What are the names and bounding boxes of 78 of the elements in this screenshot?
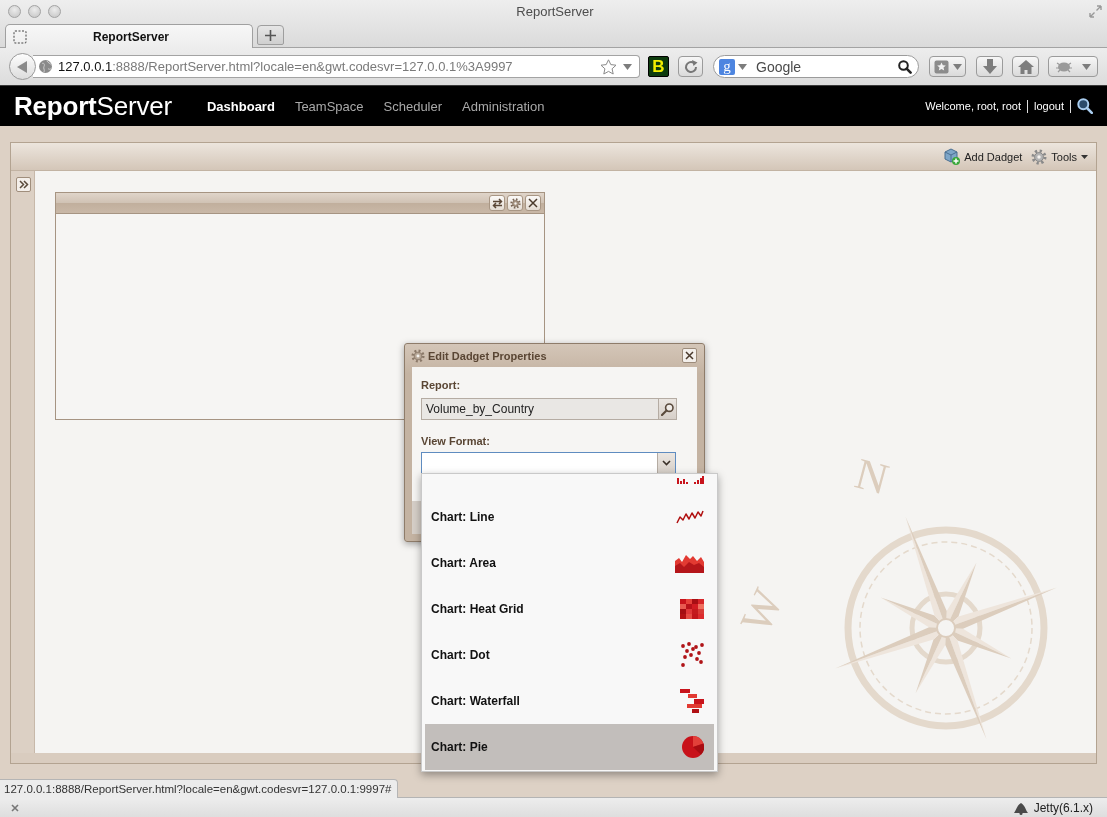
format-option[interactable]: Chart: Area [425,540,714,586]
expand-button[interactable] [16,177,31,193]
window-title: ReportServer [516,3,594,19]
welcome-text: Welcome, root, root [925,100,1021,112]
nav-tab[interactable]: Administration [462,98,545,114]
globe-icon [39,60,52,73]
reload-button[interactable] [678,56,703,77]
format-option[interactable]: Chart: Heat Grid [425,586,714,632]
down-arrow-icon [982,59,997,74]
format-option[interactable]: Chart: Line [425,494,714,540]
bug-icon [1055,60,1073,73]
dialog-title: Edit Dadget Properties [428,349,547,362]
home-button[interactable] [1012,56,1039,77]
format-option[interactable]: Chart: Dot [425,632,714,678]
search-button[interactable] [658,399,676,419]
search-icon[interactable] [1077,98,1093,114]
refresh-button[interactable] [489,195,505,212]
close-icon[interactable] [11,803,19,812]
close-button[interactable] [682,348,697,363]
search-field[interactable]: g Google [713,55,919,78]
home-icon [1017,59,1034,74]
back-arrow-icon [16,60,27,73]
settings-button[interactable] [507,195,523,212]
extension-button[interactable]: B [648,56,669,77]
line-chart-icon [676,510,704,524]
double-chevron-icon [18,180,29,190]
logout-link[interactable]: logout [1034,100,1064,112]
waterfall-icon [680,689,704,713]
close-icon [528,198,538,209]
swap-arrows-icon [491,197,503,209]
caret-icon [952,63,962,70]
nav-tab[interactable]: TeamSpace [294,98,364,114]
back-button[interactable] [9,53,36,80]
bell-icon [1011,800,1030,815]
heat-grid-icon [680,599,704,619]
area-chart-icon [675,553,704,573]
add-dadget-button[interactable]: Add Dadget [943,148,1023,166]
nav-tab[interactable]: Scheduler [383,98,443,114]
field-label: Report: [421,379,462,392]
download-button[interactable] [976,56,1003,77]
dropdown-button[interactable] [657,453,675,473]
gear-icon [411,348,425,363]
search-engine-button[interactable]: g [719,58,735,75]
caret-icon[interactable] [738,63,747,70]
bookmarks-button[interactable] [929,56,966,77]
search-icon [898,59,912,74]
extension-menu-button[interactable] [1048,56,1098,77]
address-field[interactable]: 127.0.0.1:8888/ReportServer.html?locale=en&gwt.codesvr=127.0.0.1%3A9997 [33,55,640,78]
search-icon [661,402,674,416]
cube-add-icon [943,148,961,166]
addon-label: Jetty(6.1.x) [1033,800,1093,815]
status-url: 127.0.0.1:8888/ReportServer.html?locale=en&gwt.codesvr=127.0.0.1:9997# [0,779,399,798]
field-label: View Format: [421,435,491,448]
report-field[interactable]: Volume_by_Country [421,398,677,420]
close-icon [685,351,694,360]
pie-chart-icon [682,736,704,758]
bar-chart-icon [677,475,704,484]
tools-menu-button[interactable]: Tools [1031,148,1088,165]
browser-tab[interactable]: ReportServer [5,24,253,48]
dot-plot-icon [680,642,704,668]
gear-icon [1031,148,1048,165]
gear-icon [509,197,521,209]
app-logo: ReportServer [14,90,172,122]
view-format-select[interactable] [421,452,676,474]
format-option[interactable]: Chart: Waterfall [425,678,714,724]
fullscreen-icon[interactable] [1089,4,1102,18]
star-icon[interactable] [600,58,617,75]
star-box-icon [933,59,949,74]
chevron-down-icon [662,460,671,466]
close-button[interactable] [525,195,541,212]
format-option[interactable]: Chart: Pie [425,724,714,770]
nav-tab[interactable]: Dashboard [206,98,275,114]
caret-icon[interactable] [623,63,632,70]
caret-icon [1082,63,1091,70]
reload-icon [683,59,698,74]
new-tab-button[interactable] [257,25,284,45]
page-icon [13,29,27,44]
plus-icon [265,29,276,41]
